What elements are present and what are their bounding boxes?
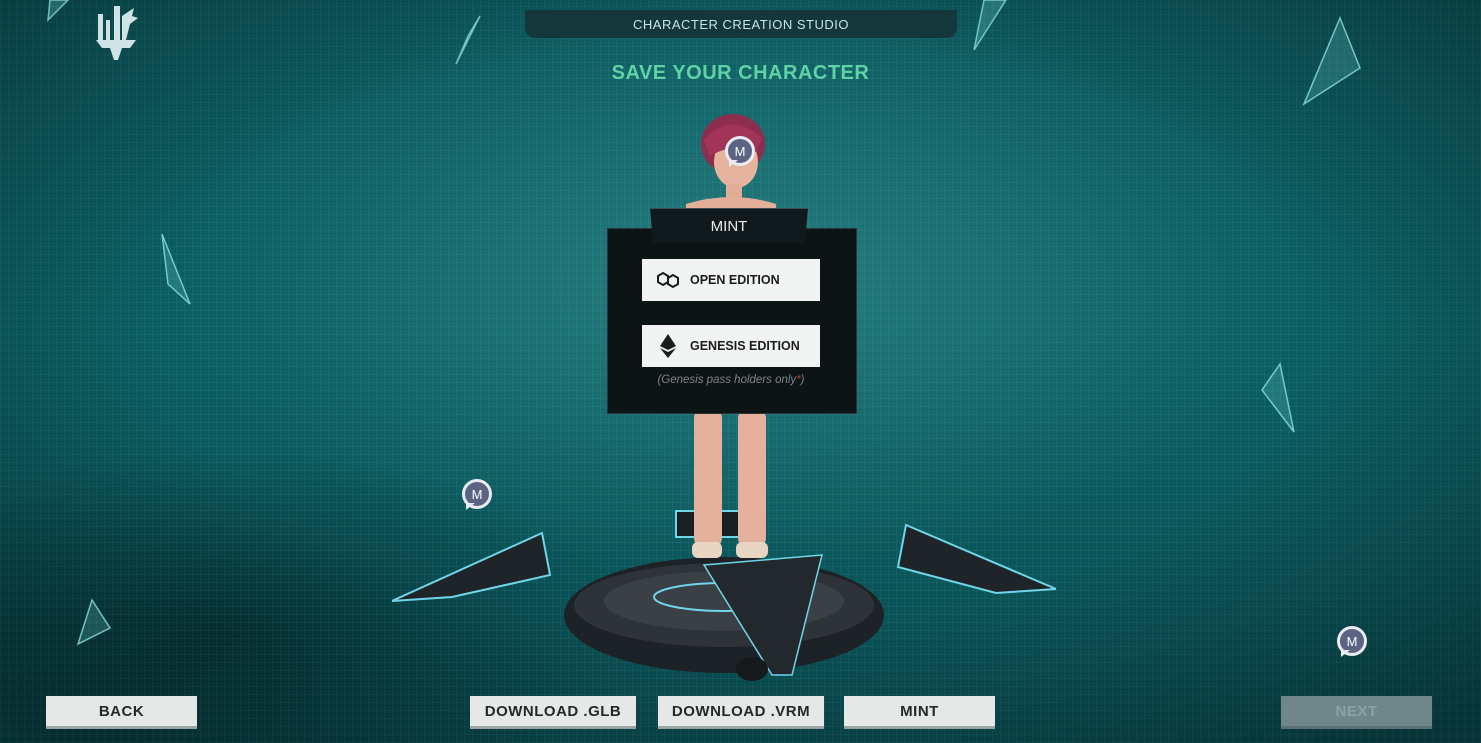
glass-shard <box>1261 362 1295 433</box>
glass-shard <box>1302 16 1361 106</box>
page-title: SAVE YOUR CHARACTER <box>611 62 870 84</box>
glass-shard <box>76 598 112 646</box>
open-edition-button[interactable]: OPEN EDITION <box>642 259 820 301</box>
mint-panel-title: MINT <box>650 208 808 243</box>
next-button[interactable]: NEXT <box>1281 696 1432 729</box>
glass-shard <box>455 15 481 65</box>
m-badge[interactable]: M <box>462 479 492 509</box>
m-badge[interactable]: M <box>725 136 755 166</box>
glass-shard <box>47 0 70 22</box>
back-button[interactable]: BACK <box>46 696 197 729</box>
polygon-icon <box>656 268 680 292</box>
ethereum-icon <box>656 334 680 358</box>
download-glb-button[interactable]: DOWNLOAD .GLB <box>470 696 636 729</box>
genesis-note-text: (Genesis pass holders only <box>657 374 797 386</box>
studio-title-tab: CHARACTER CREATION STUDIO <box>525 10 957 38</box>
studio-logo <box>96 6 138 60</box>
download-vrm-button[interactable]: DOWNLOAD .VRM <box>658 696 824 729</box>
genesis-note-close: ) <box>800 374 805 386</box>
genesis-edition-label: GENESIS EDITION <box>690 339 800 353</box>
mint-button[interactable]: MINT <box>844 696 995 729</box>
glass-shard <box>973 0 1007 51</box>
glass-shard <box>161 233 191 305</box>
open-edition-label: OPEN EDITION <box>690 273 780 287</box>
m-badge[interactable]: M <box>1337 626 1367 656</box>
genesis-edition-button[interactable]: GENESIS EDITION <box>642 325 820 367</box>
genesis-note: (Genesis pass holders only*) <box>607 374 855 386</box>
mint-panel <box>607 228 857 414</box>
